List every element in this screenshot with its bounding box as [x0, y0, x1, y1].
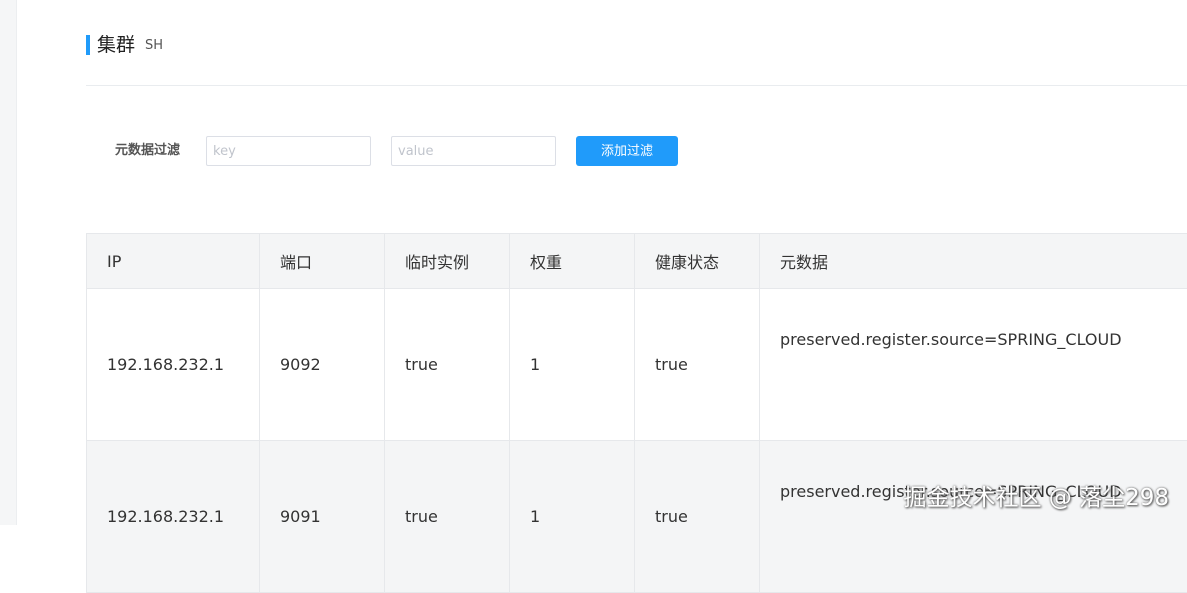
- cell-port: 9092: [260, 289, 385, 441]
- cell-weight: 1: [510, 441, 635, 593]
- table-row: 192.168.232.1 9091 true 1 true preserved…: [87, 441, 1187, 593]
- instance-table: IP 端口 临时实例 权重 健康状态 元数据 192.168.232.1 909…: [86, 233, 1187, 593]
- cell-ephemeral: true: [385, 289, 510, 441]
- cell-health: true: [635, 289, 760, 441]
- page-title: 集群: [97, 33, 135, 57]
- value-input[interactable]: [391, 136, 556, 166]
- left-rail: [0, 0, 17, 525]
- column-header-port: 端口: [260, 234, 385, 289]
- add-filter-button[interactable]: 添加过滤: [576, 136, 678, 166]
- cell-health: true: [635, 441, 760, 593]
- table-row: 192.168.232.1 9092 true 1 true preserved…: [87, 289, 1187, 441]
- cell-port: 9091: [260, 441, 385, 593]
- accent-bar: [86, 35, 90, 55]
- column-header-ip: IP: [87, 234, 260, 289]
- cell-weight: 1: [510, 289, 635, 441]
- column-header-ephemeral: 临时实例: [385, 234, 510, 289]
- column-header-metadata: 元数据: [760, 234, 1187, 289]
- metadata-filter-label: 元数据过滤: [115, 142, 180, 160]
- column-header-weight: 权重: [510, 234, 635, 289]
- cluster-header: 集群 SH: [86, 33, 163, 57]
- table-header-row: IP 端口 临时实例 权重 健康状态 元数据: [87, 234, 1187, 289]
- cluster-name: SH: [145, 32, 163, 58]
- divider: [86, 85, 1187, 86]
- cell-metadata: preserved.register.source=SPRING_CLOUD: [760, 441, 1187, 593]
- cell-metadata: preserved.register.source=SPRING_CLOUD: [760, 289, 1187, 441]
- cell-ip: 192.168.232.1: [87, 289, 260, 441]
- column-header-health: 健康状态: [635, 234, 760, 289]
- watermark: 掘金技术社区 @ 落尘298: [903, 478, 1169, 512]
- cell-ephemeral: true: [385, 441, 510, 593]
- key-input[interactable]: [206, 136, 371, 166]
- cell-ip: 192.168.232.1: [87, 441, 260, 593]
